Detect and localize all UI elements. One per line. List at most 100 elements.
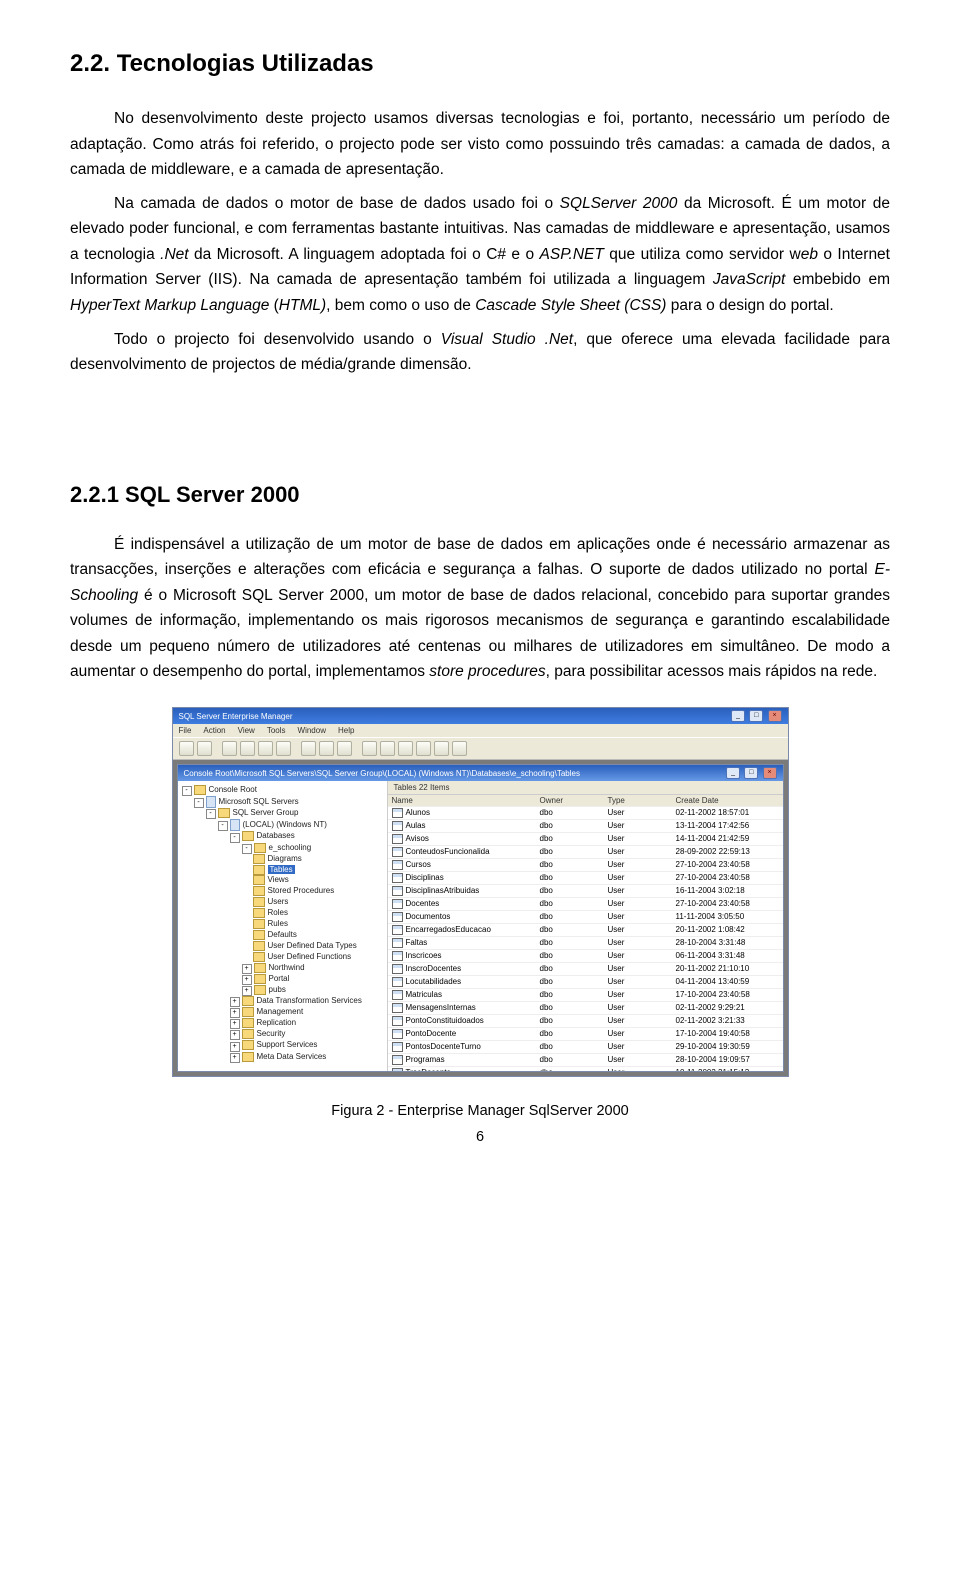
tree-item[interactable]: +Management — [180, 1007, 385, 1018]
expand-icon[interactable]: - — [206, 809, 216, 819]
toolbar-button-icon[interactable] — [258, 741, 273, 756]
tree-item[interactable]: -SQL Server Group — [180, 808, 385, 819]
menu-item[interactable]: Help — [338, 726, 354, 735]
table-row[interactable]: AlunosdboUser02-11-2002 18:57:01 — [388, 807, 783, 820]
toolbar-button-icon[interactable] — [398, 741, 413, 756]
expand-icon[interactable]: - — [242, 844, 252, 854]
expand-icon[interactable]: + — [230, 1030, 240, 1040]
tree-item[interactable]: Stored Procedures — [180, 886, 385, 897]
menu-item[interactable]: View — [238, 726, 255, 735]
tree-item[interactable]: Views — [180, 875, 385, 886]
table-row[interactable]: AulasdboUser13-11-2004 17:42:56 — [388, 820, 783, 833]
tree-item[interactable]: + Portal — [180, 974, 385, 985]
table-row[interactable]: MatriculasdboUser17-10-2004 23:40:58 — [388, 989, 783, 1002]
tree-item[interactable]: -e_schooling — [180, 843, 385, 854]
tree-item[interactable]: Users — [180, 897, 385, 908]
table-row[interactable]: LocutabilidadesdboUser04-11-2004 13:40:5… — [388, 976, 783, 989]
toolbar-button-icon[interactable] — [179, 741, 194, 756]
table-row[interactable]: DisciplinasdboUser27-10-2004 23:40:58 — [388, 872, 783, 885]
minimize-icon[interactable]: _ — [726, 767, 740, 779]
menu-item[interactable]: Window — [298, 726, 326, 735]
tree-item[interactable]: +Support Services — [180, 1040, 385, 1051]
tree-item[interactable]: Diagrams — [180, 854, 385, 865]
toolbar-button-icon[interactable] — [319, 741, 334, 756]
expand-icon[interactable]: + — [230, 997, 240, 1007]
expand-icon[interactable]: + — [242, 986, 252, 996]
tree-item-label: Portal — [269, 974, 290, 983]
toolbar-button-icon[interactable] — [452, 741, 467, 756]
table-row[interactable]: EncarregadosEducacaodboUser20-11-2002 1:… — [388, 924, 783, 937]
menu-item[interactable]: File — [179, 726, 192, 735]
toolbar-button-icon[interactable] — [222, 741, 237, 756]
tree-item[interactable]: Rules — [180, 919, 385, 930]
tree-item[interactable]: -Console Root — [180, 785, 385, 796]
tree-item[interactable]: -Databases — [180, 831, 385, 842]
table-row[interactable]: InscricoesdboUser06-11-2004 3:31:48 — [388, 950, 783, 963]
table-row[interactable]: MensagensInternasdboUser02-11-2002 9:29:… — [388, 1002, 783, 1015]
column-header[interactable]: Type — [604, 795, 672, 806]
toolbar-button-icon[interactable] — [362, 741, 377, 756]
expand-icon[interactable]: - — [230, 833, 240, 843]
expand-icon[interactable]: - — [182, 786, 192, 796]
expand-icon[interactable]: + — [242, 964, 252, 974]
expand-icon[interactable]: + — [230, 1019, 240, 1029]
tree-item[interactable]: Tables — [180, 865, 385, 876]
maximize-icon[interactable]: □ — [744, 767, 758, 779]
tree-view[interactable]: -Console Root-Microsoft SQL Servers-SQL … — [178, 781, 388, 1071]
tree-item[interactable]: -Microsoft SQL Servers — [180, 796, 385, 808]
tree-item-label: User Defined Data Types — [268, 941, 357, 950]
list-view[interactable]: Tables 22 Items Name Owner Type Create D… — [388, 781, 783, 1071]
expand-icon[interactable]: - — [194, 798, 204, 808]
close-icon[interactable]: × — [768, 710, 782, 722]
toolbar-button-icon[interactable] — [434, 741, 449, 756]
toolbar-button-icon[interactable] — [416, 741, 431, 756]
close-icon[interactable]: × — [763, 767, 777, 779]
toolbar-button-icon[interactable] — [240, 741, 255, 756]
column-header[interactable]: Owner — [536, 795, 604, 806]
column-header[interactable]: Create Date — [672, 795, 783, 806]
tree-item[interactable]: User Defined Functions — [180, 952, 385, 963]
tree-item-label: Replication — [257, 1018, 297, 1027]
tree-item[interactable]: Defaults — [180, 930, 385, 941]
menu-item[interactable]: Action — [203, 726, 225, 735]
table-row[interactable]: TrocDocentedboUser10-11-2003 21:15:12 — [388, 1067, 783, 1071]
table-row[interactable]: PontoConstituidoadosdboUser02-11-2002 3:… — [388, 1015, 783, 1028]
toolbar-button-icon[interactable] — [380, 741, 395, 756]
folder-icon — [254, 974, 266, 984]
expand-icon[interactable]: + — [230, 1042, 240, 1052]
table-row[interactable]: ProgramasdboUser28-10-2004 19:09:57 — [388, 1054, 783, 1067]
toolbar-button-icon[interactable] — [197, 741, 212, 756]
tree-item[interactable]: +Meta Data Services — [180, 1052, 385, 1063]
tree-item[interactable]: Roles — [180, 908, 385, 919]
toolbar-button-icon[interactable] — [276, 741, 291, 756]
expand-icon[interactable]: + — [230, 1053, 240, 1063]
menubar: File Action View Tools Window Help — [173, 724, 788, 737]
table-row[interactable]: ConteudosFuncionalidadboUser28-09-2002 2… — [388, 846, 783, 859]
table-row[interactable]: FaltasdboUser28-10-2004 3:31:48 — [388, 937, 783, 950]
table-row[interactable]: DocentesdboUser27-10-2004 23:40:58 — [388, 898, 783, 911]
tree-item[interactable]: -(LOCAL) (Windows NT) — [180, 819, 385, 831]
tree-item[interactable]: + Replication — [180, 1018, 385, 1029]
expand-icon[interactable]: + — [242, 975, 252, 985]
expand-icon[interactable]: - — [218, 821, 228, 831]
tree-item[interactable]: +Security — [180, 1029, 385, 1040]
toolbar-button-icon[interactable] — [301, 741, 316, 756]
table-row[interactable]: DisciplinasAtribuidasdboUser16-11-2004 3… — [388, 885, 783, 898]
maximize-icon[interactable]: □ — [749, 710, 763, 722]
table-row[interactable]: PontoDocentedboUser17-10-2004 19:40:58 — [388, 1028, 783, 1041]
menu-item[interactable]: Tools — [267, 726, 286, 735]
toolbar-button-icon[interactable] — [337, 741, 352, 756]
minimize-icon[interactable]: _ — [731, 710, 745, 722]
table-row[interactable]: CursosdboUser27-10-2004 23:40:58 — [388, 859, 783, 872]
tree-item[interactable]: User Defined Data Types — [180, 941, 385, 952]
table-row[interactable]: PontosDocenteTurnodboUser29-10-2004 19:3… — [388, 1041, 783, 1054]
table-row[interactable]: DocumentosdboUser11-11-2004 3:05:50 — [388, 911, 783, 924]
table-row[interactable]: AvisosdboUser14-11-2004 21:42:59 — [388, 833, 783, 846]
tree-item[interactable]: +Northwind — [180, 963, 385, 974]
folder-icon — [194, 785, 206, 795]
column-header[interactable]: Name — [388, 795, 536, 806]
tree-item[interactable]: +pubs — [180, 985, 385, 996]
expand-icon[interactable]: + — [230, 1008, 240, 1018]
tree-item[interactable]: +Data Transformation Services — [180, 996, 385, 1007]
table-row[interactable]: InscroDocentesdboUser20-11-2002 21:10:10 — [388, 963, 783, 976]
